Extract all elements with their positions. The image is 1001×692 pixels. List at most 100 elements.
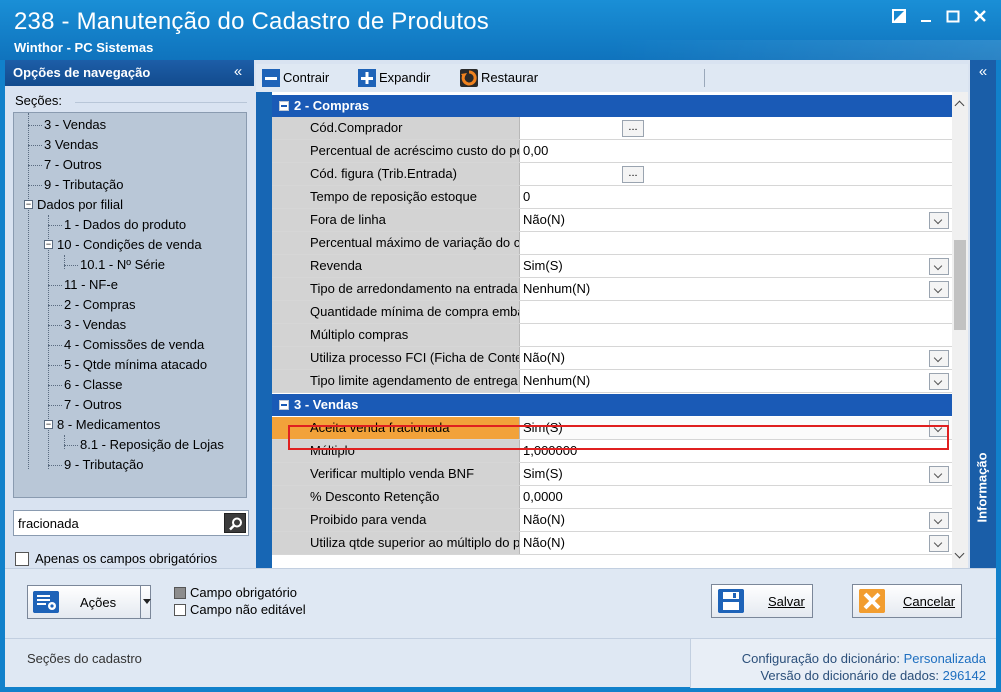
property-row[interactable]: Cód.Comprador ...: [272, 117, 952, 140]
property-row[interactable]: Revenda Sim(S): [272, 255, 952, 278]
property-value[interactable]: [520, 232, 952, 254]
tree-item[interactable]: 8 - Medicamentos: [57, 415, 160, 435]
tree-item[interactable]: 5 - Qtde mínima atacado: [64, 355, 207, 375]
save-button[interactable]: Salvar: [711, 584, 813, 618]
tree-item[interactable]: 10.1 - Nº Série: [80, 255, 165, 275]
collapse-category-icon[interactable]: [279, 101, 289, 111]
restaurar-label: Restaurar: [481, 70, 539, 85]
contrair-button[interactable]: Contrair: [262, 68, 342, 88]
property-row[interactable]: Tipo de arredondamento na entrada Nenhum…: [272, 278, 952, 301]
tree-item[interactable]: 3 - Vendas: [44, 115, 106, 135]
property-value[interactable]: Sim(S): [520, 463, 952, 485]
property-row[interactable]: Utiliza qtde superior ao múltiplo do pro…: [272, 532, 952, 555]
tree-item[interactable]: 3 - Vendas: [64, 315, 126, 335]
grid-scrollbar[interactable]: [952, 92, 968, 568]
property-value[interactable]: 1,000000: [520, 440, 952, 462]
restaurar-button[interactable]: Restaurar: [460, 68, 550, 88]
dropdown-arrow-icon[interactable]: [929, 420, 949, 437]
category-compras[interactable]: 2 - Compras: [272, 95, 952, 117]
dropdown-arrow-icon[interactable]: [929, 212, 949, 229]
collapse-dados-filial-icon[interactable]: −: [24, 200, 33, 209]
lookup-button[interactable]: ...: [622, 120, 644, 137]
property-value[interactable]: Nenhum(N): [520, 278, 952, 300]
tree-item[interactable]: 3 Vendas: [44, 135, 98, 155]
scroll-up-icon[interactable]: [952, 96, 968, 110]
dropdown-arrow-icon[interactable]: [929, 535, 949, 552]
property-row[interactable]: Proibido para venda Não(N): [272, 509, 952, 532]
expand-info-icon[interactable]: «: [970, 62, 996, 82]
collapse-category-icon[interactable]: [279, 400, 289, 410]
category-vendas[interactable]: 3 - Vendas: [272, 394, 952, 416]
property-value[interactable]: Sim(S): [520, 255, 952, 277]
property-row[interactable]: Cód. figura (Trib.Entrada) ...: [272, 163, 952, 186]
property-value[interactable]: Sim(S): [520, 417, 952, 439]
lookup-button[interactable]: ...: [622, 166, 644, 183]
property-name: Utiliza processo FCI (Ficha de Conteúdo …: [272, 347, 520, 369]
tree-item[interactable]: 2 - Compras: [64, 295, 136, 315]
property-row[interactable]: Fora de linha Não(N): [272, 209, 952, 232]
property-row[interactable]: Múltiplo compras: [272, 324, 952, 347]
search-button[interactable]: [224, 513, 246, 533]
property-row[interactable]: Percentual máximo de variação do custo: [272, 232, 952, 255]
property-value[interactable]: 0: [520, 186, 952, 208]
tree-item[interactable]: 9 - Tributação: [44, 175, 124, 195]
property-row[interactable]: Quantidade mínima de compra embalagem: [272, 301, 952, 324]
collapse-nav-icon[interactable]: «: [227, 60, 249, 86]
property-value[interactable]: [520, 301, 952, 323]
expandir-button[interactable]: Expandir: [358, 68, 438, 88]
tree-item[interactable]: 9 - Tributação: [64, 455, 144, 475]
property-value[interactable]: [520, 324, 952, 346]
search-input[interactable]: [18, 514, 218, 532]
tree-connector: [64, 435, 65, 449]
dropdown-arrow-icon[interactable]: [929, 281, 949, 298]
acoes-button[interactable]: Ações: [27, 585, 151, 619]
property-row[interactable]: Múltiplo 1,000000: [272, 440, 952, 463]
property-row[interactable]: % Desconto Retenção 0,0000: [272, 486, 952, 509]
property-value[interactable]: Não(N): [520, 209, 952, 231]
tree-item[interactable]: 7 - Outros: [64, 395, 122, 415]
property-value[interactable]: [520, 117, 952, 139]
acoes-dropdown-icon[interactable]: [140, 586, 151, 618]
property-value[interactable]: 0,0000: [520, 486, 952, 508]
property-row[interactable]: Tipo limite agendamento de entrega Nenhu…: [272, 370, 952, 393]
dropdown-arrow-icon[interactable]: [929, 258, 949, 275]
property-name: Proibido para venda: [272, 509, 520, 531]
dropdown-arrow-icon[interactable]: [929, 350, 949, 367]
tree-item[interactable]: 6 - Classe: [64, 375, 123, 395]
tree-item[interactable]: 1 - Dados do produto: [64, 215, 186, 235]
property-value[interactable]: 0,00: [520, 140, 952, 162]
expandir-label: Expandir: [379, 70, 431, 85]
property-row-selected[interactable]: Aceita venda fracionada Sim(S): [272, 417, 952, 440]
tree-item[interactable]: Dados por filial: [37, 195, 123, 215]
property-value[interactable]: [520, 163, 952, 185]
property-row[interactable]: Verificar multiplo venda BNF Sim(S): [272, 463, 952, 486]
scroll-thumb[interactable]: [954, 240, 966, 330]
tree-item[interactable]: 11 - NF-e: [64, 275, 118, 295]
property-row[interactable]: Utiliza processo FCI (Ficha de Conteúdo …: [272, 347, 952, 370]
tree-item[interactable]: 10 - Condições de venda: [57, 235, 202, 255]
tree-item[interactable]: 4 - Comissões de venda: [64, 335, 204, 355]
tree-item[interactable]: 8.1 - Reposição de Lojas: [80, 435, 224, 455]
cancel-button[interactable]: Cancelar: [852, 584, 962, 618]
collapse-medicamentos-icon[interactable]: −: [44, 420, 53, 429]
tree-item[interactable]: 7 - Outros: [44, 155, 102, 175]
property-value[interactable]: Não(N): [520, 509, 952, 531]
minimize-icon[interactable]: [915, 8, 937, 30]
sections-tree[interactable]: − − − 3 - Vendas 3 Vendas 7 - Outros 9 -…: [13, 112, 247, 498]
dropdown-arrow-icon[interactable]: [929, 466, 949, 483]
property-row[interactable]: Tempo de reposição estoque 0: [272, 186, 952, 209]
property-value[interactable]: Não(N): [520, 532, 952, 554]
dropdown-arrow-icon[interactable]: [929, 512, 949, 529]
property-value[interactable]: Nenhum(N): [520, 370, 952, 392]
dropdown-arrow-icon[interactable]: [929, 373, 949, 390]
required-only-checkbox[interactable]: [15, 552, 29, 566]
property-value[interactable]: Não(N): [520, 347, 952, 369]
close-icon[interactable]: [969, 8, 991, 30]
info-panel[interactable]: « Informação: [970, 60, 996, 568]
collapse-condicoes-icon[interactable]: −: [44, 240, 53, 249]
restore-size-icon[interactable]: [888, 8, 910, 30]
scroll-down-icon[interactable]: [952, 549, 968, 563]
maximize-icon[interactable]: [942, 8, 964, 30]
property-row[interactable]: Percentual de acréscimo custo do pedido …: [272, 140, 952, 163]
tree-connector: [48, 385, 62, 386]
